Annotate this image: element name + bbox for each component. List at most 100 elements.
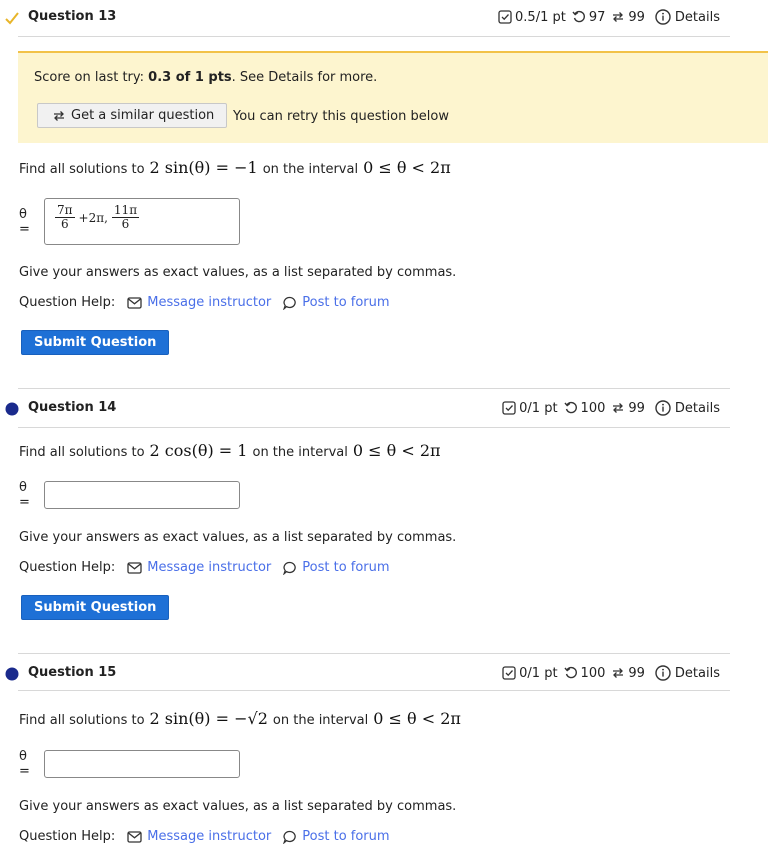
checkmark-icon [5,12,19,25]
score-checkbox-icon [502,401,516,415]
attempts-count: 99 [628,9,645,25]
retry-icon [572,10,585,23]
chat-bubble-icon [283,830,296,844]
message-instructor-label: Message instructor [147,295,272,310]
details-label: Details [674,400,720,416]
question-separator [18,388,730,389]
unanswered-dot-icon [5,402,19,416]
answer-instructions: Give your answers as exact values, as a … [19,265,457,280]
help-label: Question Help: [19,829,116,844]
score-text: 0/1 pt [519,665,558,681]
submit-question-button[interactable]: Submit Question [21,595,170,620]
details-link[interactable]: Details [655,9,720,25]
header-divider [18,690,730,691]
help-label: Question Help: [19,295,116,310]
fraction-2-denominator: 6 [121,217,130,231]
details-link[interactable]: Details [655,665,720,681]
chat-bubble-icon [283,296,296,310]
question-title: Question 15 [28,665,117,680]
details-link[interactable]: Details [655,400,720,416]
question-meta: 0.5/1 pt 97 99 Details [498,9,720,25]
fraction-1-denominator: 6 [60,217,69,231]
answer-instructions: Give your answers as exact values, as a … [19,530,457,545]
attempts-count: 99 [628,400,645,416]
retries-indicator: 100 [564,401,605,416]
prompt-prefix: Find all solutions to [19,713,145,728]
header-divider [18,36,730,37]
message-instructor-label: Message instructor [147,829,272,844]
answer-field[interactable]: 7π 6 +2π, 11π 6 [44,198,240,245]
question-15-header: Question 15 0/1 pt 100 99 Details [0,656,730,692]
message-instructor-link[interactable]: Message instructor [127,295,271,310]
question-meta: 0/1 pt 100 99 Details [502,665,720,681]
prompt-middle: on the interval [272,713,369,728]
similar-question-label: Get a similar question [71,108,215,123]
submit-question-button[interactable]: Submit Question [21,330,170,355]
attempts-indicator: 99 [611,666,645,681]
unanswered-dot-icon [5,667,19,681]
fraction-1-numerator: 7π [55,203,75,218]
similar-question-button[interactable]: Get a similar question [37,103,228,128]
answer-field[interactable] [44,750,240,778]
notice-suffix: . See Details for more. [231,70,378,85]
question-meta: 0/1 pt 100 99 Details [502,400,720,416]
details-label: Details [674,9,720,25]
attempts-indicator: 99 [611,10,645,25]
details-label: Details [674,665,720,681]
message-instructor-link[interactable]: Message instructor [127,829,271,844]
info-icon [655,665,671,681]
score-indicator: 0/1 pt [502,665,558,681]
equation: 2 cos(θ) = 1 [149,441,248,460]
score-indicator: 0/1 pt [502,401,558,416]
retry-icon [564,401,577,414]
equation: 2 sin(θ) = −√2 [149,709,268,728]
fraction-2-numerator: 11π [111,203,140,218]
answer-label: θ = [19,206,30,237]
notice-prefix: Score on last try: [34,70,149,85]
question-prompt: Find all solutions to 2 sin(θ) = −√2 on … [19,709,461,728]
answer-row: θ = 7π 6 +2π, 11π 6 [19,198,240,245]
attempts-arrows-icon [613,403,624,413]
answer-middle: +2π, [78,210,108,225]
notice-text: Score on last try: 0.3 of 1 pts. See Det… [34,70,377,85]
question-separator [18,653,730,654]
interval: 0 ≤ θ < 2π [363,158,451,177]
question-help: Question Help: Message instructor Post t… [19,560,390,575]
answer-expression: 7π 6 +2π, 11π 6 [55,203,140,231]
answer-label: θ = [19,480,30,510]
answer-row: θ = [19,480,240,510]
question-13-header: Question 13 0.5/1 pt 97 99 Details [0,0,730,36]
retries-count: 97 [588,9,606,25]
attempts-arrows-icon [613,12,624,22]
interval: 0 ≤ θ < 2π [352,441,441,460]
info-icon [655,9,671,25]
notice-score: 0.3 of 1 pts [148,70,232,85]
question-prompt: Find all solutions to 2 cos(θ) = 1 on th… [19,441,441,460]
post-to-forum-link[interactable]: Post to forum [283,829,390,844]
answer-label: θ = [19,749,30,779]
envelope-icon [127,296,142,309]
retries-count: 100 [580,665,606,681]
prompt-prefix: Find all solutions to [19,162,145,177]
question-prompt: Find all solutions to 2 sin(θ) = −1 on t… [19,158,451,177]
post-to-forum-link[interactable]: Post to forum [283,560,390,575]
score-indicator: 0.5/1 pt [498,10,566,25]
score-checkbox-icon [502,666,516,680]
chat-bubble-icon [283,561,296,575]
question-title: Question 14 [28,400,117,415]
equation: 2 sin(θ) = −1 [149,158,258,177]
fraction-2: 11π 6 [111,203,140,231]
post-to-forum-link[interactable]: Post to forum [283,295,390,310]
retry-text: You can retry this question below [233,109,449,124]
info-icon [655,400,671,416]
header-divider [18,427,730,428]
question-help: Question Help: Message instructor Post t… [19,829,390,844]
last-try-notice: Score on last try: 0.3 of 1 pts. See Det… [18,51,768,143]
prompt-prefix: Find all solutions to [19,445,145,460]
prompt-middle: on the interval [252,445,348,460]
help-label: Question Help: [19,560,116,575]
score-checkbox-icon [498,10,512,24]
message-instructor-link[interactable]: Message instructor [127,560,271,575]
answer-field[interactable] [44,481,240,509]
question-14-header: Question 14 0/1 pt 100 99 Details [0,391,730,427]
